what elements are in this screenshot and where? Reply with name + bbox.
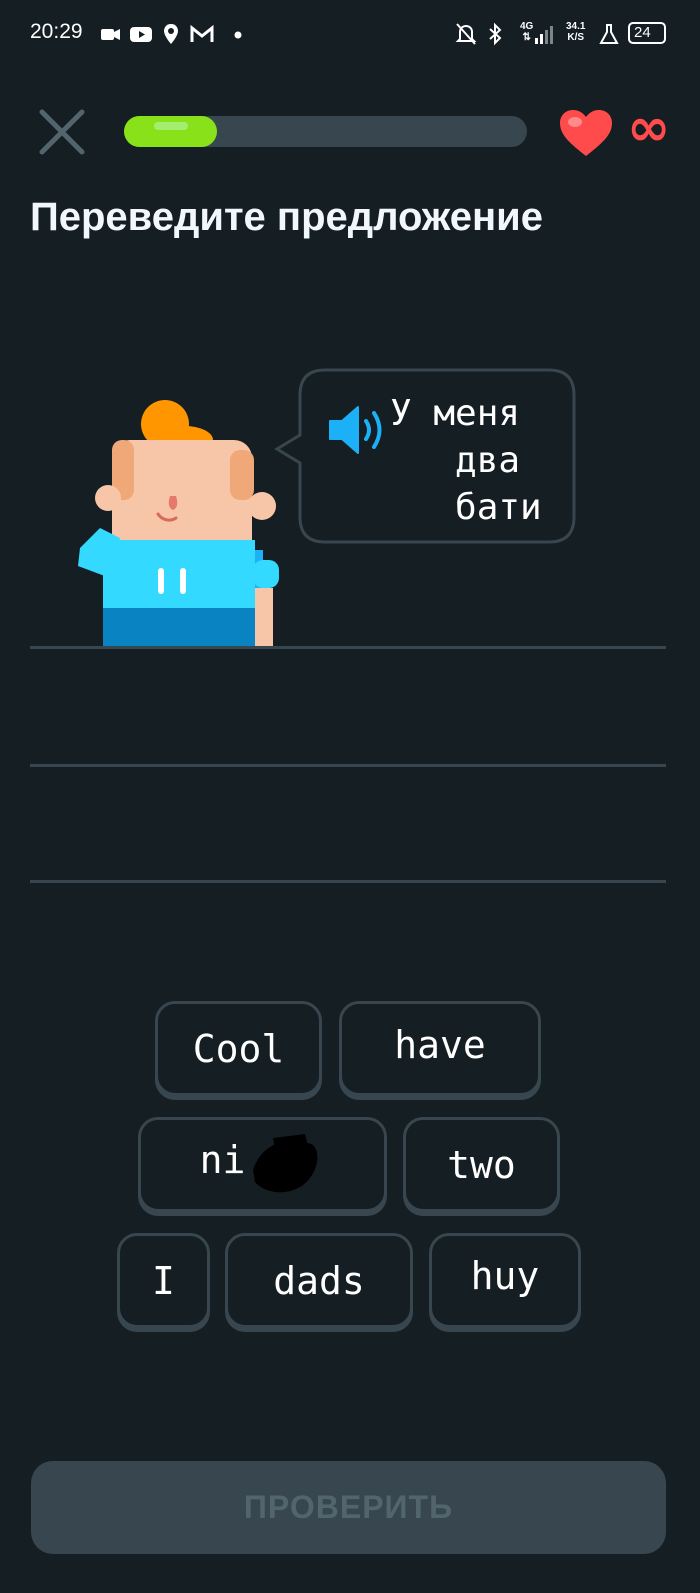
word-chip-label: dads — [273, 1258, 365, 1303]
net-speed: 34.1 K/S — [566, 21, 586, 43]
battery-icon: 24 — [628, 22, 666, 44]
word-chip-label: I — [152, 1258, 175, 1303]
word-chip-dads[interactable]: dads — [225, 1233, 413, 1328]
word-chip-label: Cool — [192, 1026, 285, 1071]
dot-icon — [234, 31, 242, 39]
gmail-icon — [190, 24, 214, 42]
location-pin-icon — [164, 24, 178, 44]
word-chip-label: huy — [470, 1253, 540, 1298]
answer-line — [30, 880, 666, 883]
bluetooth-icon — [489, 22, 502, 46]
answer-line — [30, 764, 666, 767]
word-chip-huy[interactable]: huy — [429, 1233, 581, 1328]
infinite-lives-icon[interactable]: ∞ — [627, 98, 670, 158]
word-chip-two[interactable]: two — [403, 1117, 560, 1212]
word-chip-label: two — [447, 1142, 516, 1187]
word-chip-censored[interactable]: ni — [138, 1117, 387, 1212]
word-chip-have[interactable]: have — [339, 1001, 541, 1096]
network-type-label: 4G ⇅ — [520, 21, 534, 43]
lesson-progress-bar — [124, 116, 527, 147]
signal-icon — [535, 26, 553, 44]
mute-bell-icon — [455, 23, 477, 45]
check-button[interactable]: ПРОВЕРИТЬ — [31, 1461, 666, 1554]
speaker-icon[interactable] — [328, 405, 394, 455]
close-icon[interactable] — [38, 108, 86, 156]
word-chip-cool[interactable]: Cool — [155, 1001, 322, 1096]
prompt-sentence[interactable]: У меня два бати — [390, 390, 570, 531]
word-chip-label: have — [394, 1022, 486, 1067]
heart-icon[interactable] — [558, 108, 614, 158]
progress-bar-fill — [124, 116, 217, 147]
youtube-icon — [130, 27, 152, 42]
answer-line — [30, 646, 666, 649]
censor-scribble — [253, 1134, 318, 1193]
flask-icon — [599, 24, 619, 44]
status-bar: 20:29 4G ⇅ 34.1 K/S 24 — [0, 0, 700, 70]
page-title: Переведите предложение — [30, 195, 544, 239]
word-chip-label: ni — [199, 1137, 246, 1182]
progress-shine — [154, 122, 188, 130]
lives-count: ∞ — [627, 98, 671, 158]
word-chip-i[interactable]: I — [117, 1233, 210, 1328]
status-time: 20:29 — [30, 20, 83, 43]
video-camera-icon — [101, 29, 120, 40]
character-illustration — [78, 400, 279, 648]
